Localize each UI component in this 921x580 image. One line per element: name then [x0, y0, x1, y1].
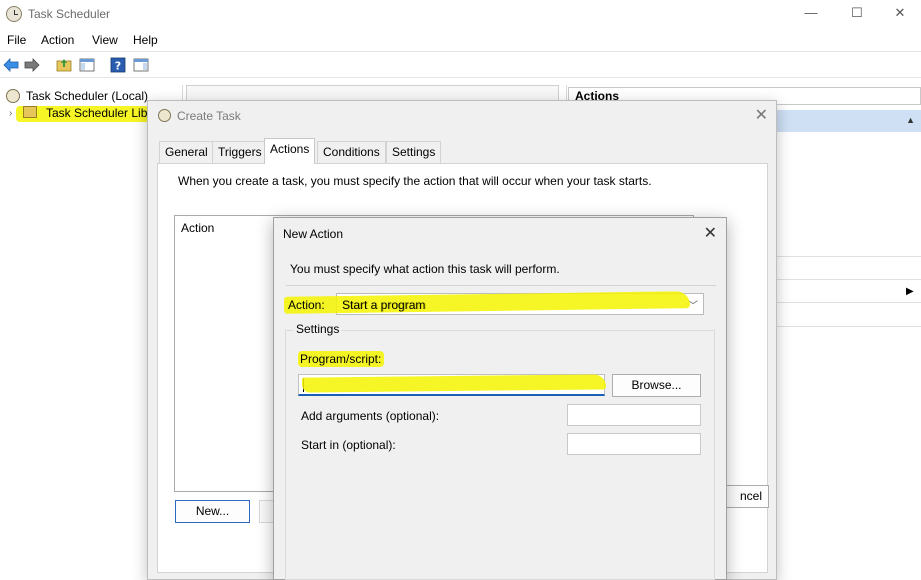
- toolbar: ?: [0, 51, 921, 78]
- add-arguments-input[interactable]: [567, 404, 701, 426]
- menu-bar: File Action View Help: [0, 30, 921, 50]
- show-hide-action-pane-icon[interactable]: [133, 57, 149, 73]
- maximize-button[interactable]: ☐: [834, 0, 880, 28]
- new-action-button[interactable]: New...: [175, 500, 250, 523]
- task-scheduler-clock-icon: [6, 6, 22, 22]
- tab-general[interactable]: General: [159, 141, 214, 163]
- tree-item-label: Task Scheduler (Local): [26, 89, 149, 103]
- folder-clock-icon: [23, 106, 37, 118]
- new-action-close-button[interactable]: ✕: [704, 223, 717, 243]
- back-arrow-icon[interactable]: [3, 57, 19, 73]
- menu-view[interactable]: View: [92, 33, 118, 47]
- add-arguments-label: Add arguments (optional):: [301, 409, 440, 423]
- action-column-header[interactable]: Action: [181, 221, 214, 235]
- close-button[interactable]: ✕: [877, 0, 921, 28]
- clock-icon: [6, 89, 20, 103]
- program-script-label: Program/script:: [300, 352, 382, 366]
- new-action-description: You must specify what action this task w…: [290, 262, 560, 276]
- tab-conditions[interactable]: Conditions: [317, 141, 386, 163]
- action-label: Action:: [288, 298, 325, 312]
- title-bar: Task Scheduler — ☐ ✕: [0, 0, 921, 28]
- tab-actions[interactable]: Actions: [264, 138, 316, 164]
- actions-tab-description: When you create a task, you must specify…: [178, 174, 652, 188]
- help-icon[interactable]: ?: [110, 57, 126, 73]
- start-in-input[interactable]: [567, 433, 701, 455]
- browse-button[interactable]: Browse...: [612, 374, 701, 397]
- settings-group: [285, 330, 715, 580]
- new-action-dialog: New Action ✕ You must specify what actio…: [273, 217, 727, 580]
- collapse-triangle-icon[interactable]: ▲: [906, 115, 915, 125]
- tab-settings[interactable]: Settings: [386, 141, 442, 163]
- settings-group-label: Settings: [293, 322, 343, 336]
- tab-triggers[interactable]: Triggers: [212, 141, 268, 163]
- action-dropdown-value-overlay: Start a program: [342, 298, 426, 312]
- create-task-close-button[interactable]: ✕: [755, 105, 768, 125]
- menu-help[interactable]: Help: [133, 33, 158, 47]
- submenu-arrow-icon[interactable]: ▶: [906, 286, 914, 297]
- tree-item-label: Task Scheduler Libr: [46, 106, 152, 120]
- start-in-label: Start in (optional):: [301, 438, 396, 452]
- up-folder-icon[interactable]: [56, 57, 72, 73]
- divider: [286, 285, 716, 286]
- expand-chevron-icon[interactable]: ›: [9, 105, 12, 122]
- clock-icon: [158, 109, 171, 122]
- new-action-title: New Action: [283, 227, 344, 241]
- highlight-mark: [301, 374, 607, 393]
- menu-action[interactable]: Action: [41, 33, 74, 47]
- menu-file[interactable]: File: [7, 33, 26, 47]
- forward-arrow-icon[interactable]: [24, 57, 40, 73]
- create-task-title: Create Task: [158, 109, 241, 123]
- window-title: Task Scheduler: [28, 7, 111, 21]
- show-hide-console-tree-icon[interactable]: [79, 57, 95, 73]
- svg-text:?: ?: [115, 60, 121, 73]
- minimize-button[interactable]: —: [788, 0, 834, 28]
